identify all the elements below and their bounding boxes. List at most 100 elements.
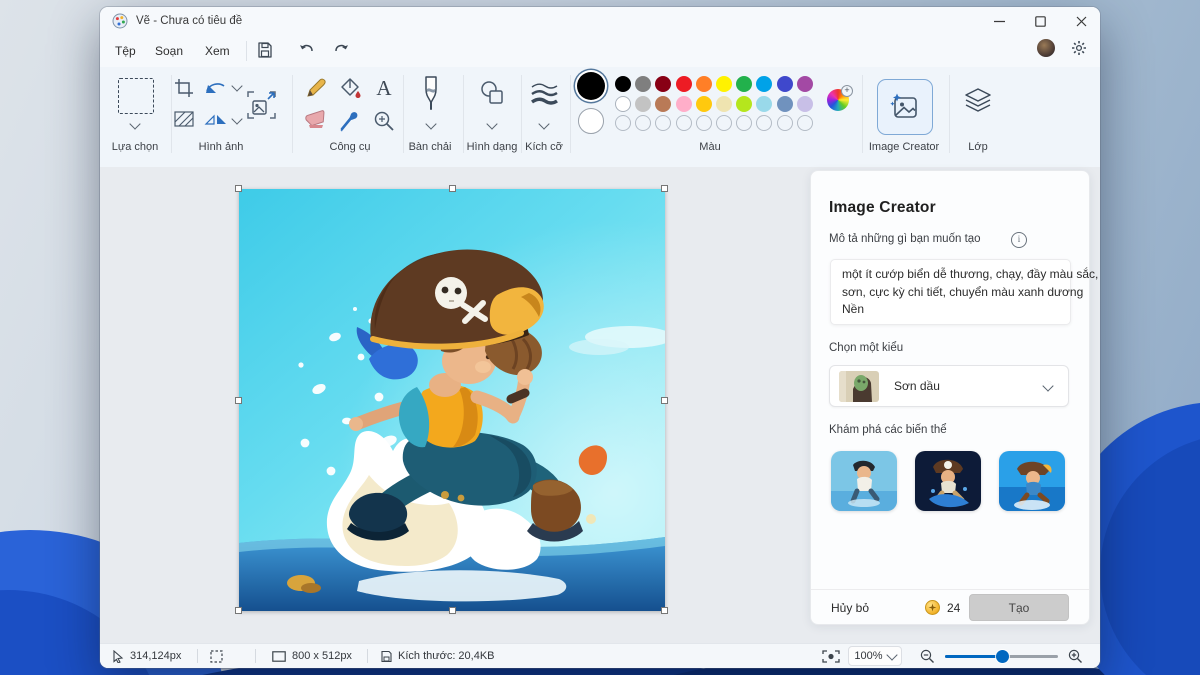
- zoom-level-select[interactable]: 100%: [848, 646, 902, 666]
- variant-thumbnail-2[interactable]: [915, 451, 981, 511]
- color-swatch[interactable]: [635, 96, 651, 112]
- color-swatch[interactable]: [716, 76, 732, 92]
- color-swatch[interactable]: [655, 115, 671, 131]
- zoom-slider-fill: [945, 655, 1002, 658]
- magnifier-tool-button[interactable]: [372, 109, 396, 133]
- zoom-slider[interactable]: [945, 655, 1058, 658]
- color-swatch[interactable]: [797, 115, 813, 131]
- chevron-down-icon: [886, 649, 897, 660]
- selection-handle[interactable]: [235, 397, 242, 404]
- settings-button[interactable]: [1071, 40, 1087, 61]
- color-swatch[interactable]: [615, 76, 631, 92]
- selection-handle[interactable]: [661, 397, 668, 404]
- primary-color-swatch[interactable]: [577, 72, 605, 100]
- shapes-dropdown-chevron[interactable]: [488, 120, 498, 130]
- save-button[interactable]: [256, 41, 274, 64]
- selection-dropdown-chevron[interactable]: [131, 120, 141, 130]
- color-swatch[interactable]: [736, 115, 752, 131]
- desktop: { "window": { "title": "Vẽ - Chưa có tiê…: [0, 0, 1200, 675]
- undo-button[interactable]: [298, 42, 316, 63]
- color-swatch[interactable]: [777, 76, 793, 92]
- color-swatch[interactable]: [676, 115, 692, 131]
- pencil-tool-button[interactable]: [304, 76, 328, 100]
- prompt-input[interactable]: một ít cướp biển dễ thương, chạy, đầy mà…: [830, 259, 1071, 325]
- crop-tool-button[interactable]: [174, 78, 194, 98]
- fill-tool-button[interactable]: [338, 76, 362, 100]
- rotate-tool-button[interactable]: [204, 77, 228, 97]
- brush-tool-button[interactable]: [419, 75, 443, 113]
- canvas[interactable]: [239, 189, 665, 611]
- create-button-label: Tạo: [1009, 601, 1030, 615]
- color-swatch[interactable]: [756, 76, 772, 92]
- color-swatch[interactable]: [676, 96, 692, 112]
- edit-colors-button[interactable]: [827, 89, 849, 111]
- brush-dropdown-chevron[interactable]: [427, 120, 437, 130]
- undo-icon: [298, 42, 316, 58]
- color-swatch[interactable]: [756, 96, 772, 112]
- secondary-color-swatch[interactable]: [578, 108, 604, 134]
- zoom-out-button[interactable]: [920, 649, 935, 664]
- menu-edit[interactable]: Soạn: [151, 42, 187, 60]
- text-tool-button[interactable]: A: [372, 76, 396, 100]
- color-swatch[interactable]: [777, 115, 793, 131]
- minimize-button[interactable]: [979, 7, 1019, 35]
- color-swatch[interactable]: [777, 96, 793, 112]
- color-swatch[interactable]: [797, 96, 813, 112]
- color-swatch[interactable]: [797, 76, 813, 92]
- eyedropper-tool-button[interactable]: [338, 109, 362, 133]
- close-button[interactable]: [1061, 7, 1100, 35]
- selection-tool-button[interactable]: [118, 78, 154, 114]
- color-swatch[interactable]: [716, 96, 732, 112]
- zoom-in-button[interactable]: [1068, 649, 1083, 664]
- maximize-button[interactable]: [1020, 7, 1060, 35]
- color-swatch[interactable]: [736, 96, 752, 112]
- cursor-position-icon: [112, 650, 124, 663]
- selection-handle[interactable]: [235, 185, 242, 192]
- pencil-icon: [304, 76, 328, 100]
- selection-handle[interactable]: [661, 607, 668, 614]
- color-swatch[interactable]: [655, 76, 671, 92]
- color-swatch[interactable]: [736, 76, 752, 92]
- color-swatch[interactable]: [696, 76, 712, 92]
- eraser-tool-button[interactable]: [304, 109, 328, 131]
- redo-button[interactable]: [332, 42, 350, 63]
- color-swatch[interactable]: [615, 96, 631, 112]
- menu-view[interactable]: Xem: [201, 42, 234, 60]
- color-swatch[interactable]: [635, 76, 651, 92]
- color-swatch[interactable]: [696, 115, 712, 131]
- selection-handle[interactable]: [235, 607, 242, 614]
- style-dropdown[interactable]: Sơn dầu: [829, 365, 1069, 407]
- flip-dropdown-chevron[interactable]: [233, 115, 243, 125]
- variant-thumbnail-3[interactable]: [999, 451, 1065, 511]
- size-tool-button[interactable]: [530, 81, 558, 105]
- selection-handle[interactable]: [449, 607, 456, 614]
- image-creator-button[interactable]: [877, 79, 933, 135]
- cancel-button[interactable]: Hủy bỏ: [831, 601, 869, 615]
- rotate-dropdown-chevron[interactable]: [233, 82, 243, 92]
- size-dropdown-chevron[interactable]: [540, 120, 550, 130]
- variant-thumbnail-1[interactable]: [831, 451, 897, 511]
- selection-handle[interactable]: [661, 185, 668, 192]
- title-bar[interactable]: Vẽ - Chưa có tiêu đề: [100, 7, 1100, 35]
- color-swatch[interactable]: [615, 115, 631, 131]
- color-swatch[interactable]: [676, 76, 692, 92]
- color-swatch[interactable]: [635, 115, 651, 131]
- layers-button[interactable]: [962, 87, 994, 115]
- create-button[interactable]: Tạo: [969, 594, 1069, 621]
- color-swatch[interactable]: [756, 115, 772, 131]
- info-icon[interactable]: [1011, 232, 1027, 248]
- flip-tool-button[interactable]: [204, 111, 228, 127]
- gear-icon: [1071, 40, 1087, 56]
- resize-tool-button[interactable]: [246, 89, 278, 121]
- color-swatch[interactable]: [696, 96, 712, 112]
- color-swatch[interactable]: [655, 96, 671, 112]
- menu-file[interactable]: Tệp: [111, 42, 140, 60]
- selection-handle[interactable]: [449, 185, 456, 192]
- shapes-tool-button[interactable]: [478, 79, 506, 107]
- user-avatar[interactable]: [1037, 39, 1055, 57]
- color-swatch[interactable]: [716, 115, 732, 131]
- texture-tool-button[interactable]: [174, 111, 194, 127]
- zoom-slider-thumb[interactable]: [996, 650, 1009, 663]
- fit-to-screen-icon[interactable]: [822, 650, 840, 663]
- palette-row-3: [615, 115, 813, 131]
